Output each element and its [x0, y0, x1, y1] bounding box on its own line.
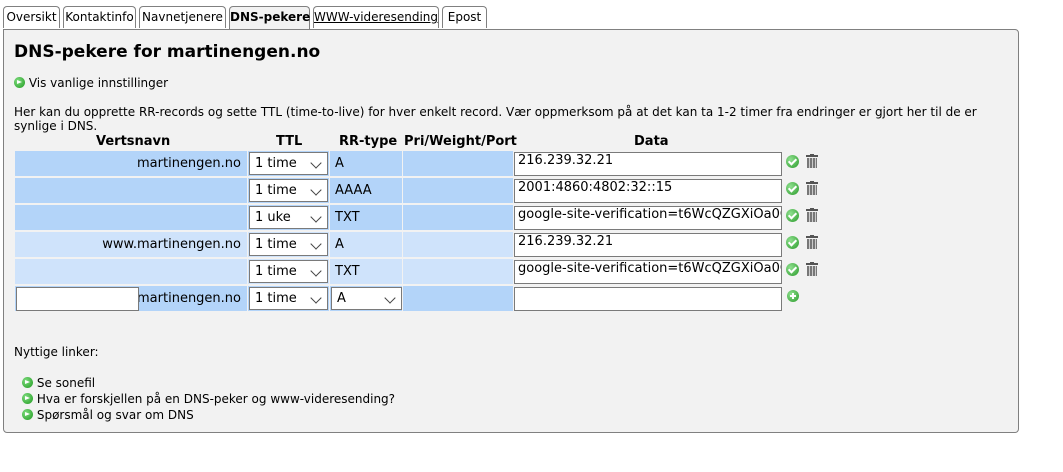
trash-icon[interactable]: [806, 235, 818, 249]
header-ttl: TTL: [276, 134, 303, 149]
ttl-select-wrap: 1 time: [249, 178, 329, 203]
host-cell: [15, 205, 247, 230]
rr-type-cell: A: [330, 151, 402, 176]
host-cell: [15, 178, 247, 203]
data-input[interactable]: 2001:4860:4802:32::15: [514, 179, 782, 203]
ttl-select-wrap: 1 time: [249, 286, 329, 311]
save-icon[interactable]: [786, 155, 799, 168]
save-icon[interactable]: [786, 236, 799, 249]
ttl-select[interactable]: 1 time: [249, 260, 328, 283]
new-rr-type-select[interactable]: A: [331, 287, 402, 310]
arrow-right-icon: [22, 377, 33, 388]
rr-type-cell: TXT: [330, 259, 402, 284]
link-label[interactable]: Spørsmål og svar om DNS: [37, 408, 194, 422]
ttl-select[interactable]: 1 time: [249, 152, 328, 175]
header-data: Data: [634, 134, 669, 149]
dns-panel: DNS-pekere for martinengen.no Vis vanlig…: [3, 29, 1019, 433]
data-input[interactable]: 216.239.32.21: [514, 233, 782, 257]
useful-links-title: Nyttige linker:: [14, 345, 99, 359]
show-settings-label[interactable]: Vis vanlige innstillinger: [29, 76, 168, 90]
header-rr-type: RR-type: [339, 134, 398, 149]
host-cell: martinengen.no: [15, 151, 247, 176]
tab-www-videresending[interactable]: WWW-videresending: [313, 6, 439, 28]
pri-cell: [403, 151, 513, 176]
rr-type-cell: TXT: [330, 205, 402, 230]
rr-type-cell: A: [330, 232, 402, 257]
pri-cell: [403, 178, 513, 203]
ttl-select-wrap: 1 time: [249, 151, 329, 176]
trash-icon[interactable]: [806, 208, 818, 222]
ttl-select-wrap: 1 uke: [249, 205, 329, 230]
page-title: DNS-pekere for martinengen.no: [14, 42, 321, 62]
add-icon[interactable]: [787, 290, 799, 302]
new-host-input[interactable]: [16, 287, 139, 311]
tab-dns-pekere[interactable]: DNS-pekere: [229, 6, 310, 29]
arrow-right-icon: [14, 77, 25, 88]
description: Her kan du opprette RR-records og sette …: [14, 105, 977, 133]
tab-kontaktinfo[interactable]: Kontaktinfo: [63, 6, 136, 28]
pri-cell: [403, 259, 513, 284]
trash-icon[interactable]: [806, 262, 818, 276]
host-cell: [15, 259, 247, 284]
save-icon[interactable]: [786, 182, 799, 195]
pri-cell: [403, 232, 513, 257]
link-faq-dns[interactable]: Spørsmål og svar om DNS: [22, 408, 194, 422]
new-data-input[interactable]: [514, 287, 782, 311]
header-vertsnavn: Vertsnavn: [96, 134, 171, 149]
data-input[interactable]: google-site-verification=t6WcQZGXiOa0Q9: [514, 206, 782, 230]
link-forskjell[interactable]: Hva er forskjellen på en DNS-peker og ww…: [22, 392, 395, 406]
host-cell: www.martinengen.no: [15, 232, 247, 257]
ttl-select[interactable]: 1 time: [249, 179, 328, 202]
save-icon[interactable]: [786, 209, 799, 222]
header-pri-weight-port: Pri/Weight/Port: [404, 134, 517, 149]
link-label[interactable]: Hva er forskjellen på en DNS-peker og ww…: [37, 392, 395, 406]
arrow-right-icon: [22, 409, 33, 420]
rr-select-wrap: A: [331, 286, 402, 311]
tab-oversikt[interactable]: Oversikt: [3, 6, 60, 28]
ttl-select-wrap: 1 time: [249, 259, 329, 284]
trash-icon[interactable]: [806, 181, 818, 195]
tab-navnetjenere[interactable]: Navnetjenere: [139, 6, 226, 28]
link-label[interactable]: Se sonefil: [37, 376, 95, 390]
data-input[interactable]: 216.239.32.21: [514, 152, 782, 176]
save-icon[interactable]: [786, 263, 799, 276]
ttl-select-wrap: 1 time: [249, 232, 329, 257]
trash-icon[interactable]: [806, 154, 818, 168]
new-ttl-select[interactable]: 1 time: [249, 287, 328, 310]
data-input[interactable]: google-site-verification=t6WcQZGXiOa0Q9: [514, 260, 782, 284]
ttl-select[interactable]: 1 time: [249, 233, 328, 256]
ttl-select[interactable]: 1 uke: [249, 206, 328, 229]
pri-cell: [403, 205, 513, 230]
pri-cell: [403, 286, 513, 311]
tab-epost[interactable]: Epost: [442, 6, 487, 28]
arrow-right-icon: [22, 393, 33, 404]
link-se-sonefil[interactable]: Se sonefil: [22, 376, 95, 390]
show-settings-link[interactable]: Vis vanlige innstillinger: [14, 76, 168, 90]
rr-type-cell: AAAA: [330, 178, 402, 203]
